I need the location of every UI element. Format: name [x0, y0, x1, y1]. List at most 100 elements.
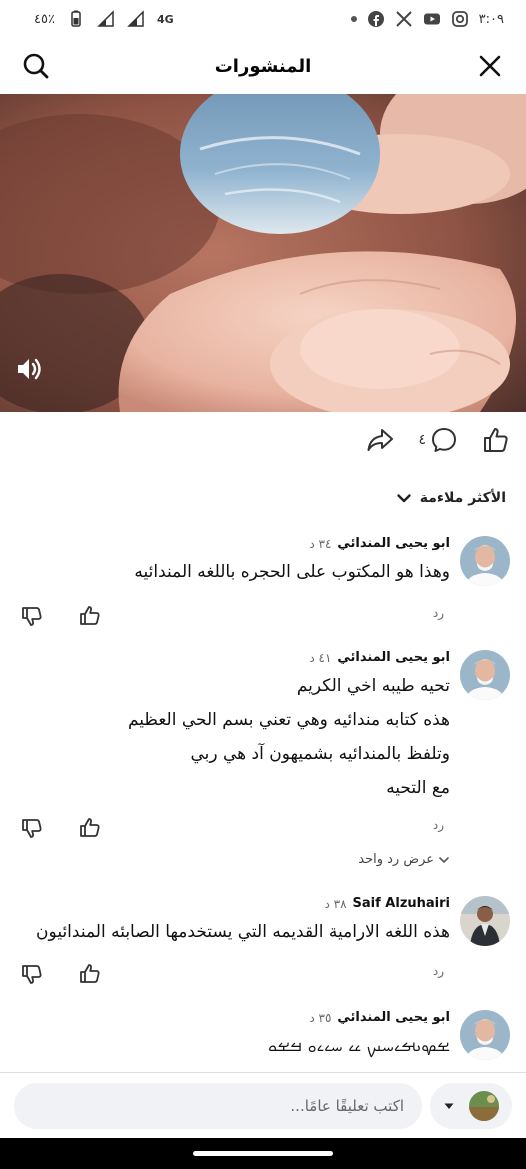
- reply-button[interactable]: رد: [433, 818, 444, 832]
- like-comment-button[interactable]: [78, 604, 102, 628]
- comment-composer: [0, 1072, 526, 1138]
- network-type: 4G: [156, 12, 174, 26]
- comment-line: ࡁࡔࡅࡌࡉࡄࡅࡍ ࡖ ࡄࡉࡉࡀ ࡓࡁࡀ: [268, 1036, 450, 1056]
- comment-line: هذه اللغه الارامية القديمه التي يستخدمها…: [36, 922, 450, 942]
- comment-input[interactable]: [14, 1082, 422, 1129]
- comment-footer: رد: [14, 962, 450, 986]
- like-comment-button[interactable]: [78, 816, 102, 840]
- comment-author[interactable]: ابو يحيى المندائي: [337, 1010, 450, 1025]
- thumbs-down-icon: [22, 965, 42, 984]
- comment-time: ٣٥ د: [309, 1010, 332, 1025]
- notification-dot-icon: [350, 16, 357, 22]
- thumbs-up-icon: [80, 606, 100, 625]
- comment-body: Saif Alzuhairi ٣٨ د هذه اللغه الارامية ا…: [14, 896, 450, 949]
- avatar[interactable]: [460, 536, 510, 586]
- signal-icon: [97, 10, 114, 27]
- caret-down-icon: [444, 1103, 454, 1109]
- comment-icon: [432, 428, 456, 452]
- comment-time: ٤١ د: [309, 650, 332, 665]
- avatar-image: [469, 1090, 499, 1121]
- comment-line: وهذا هو المكتوب على الحجره باللغه المندا…: [134, 562, 450, 582]
- view-replies-label: عرض رد واحد: [358, 852, 434, 867]
- comment-item: ابو يحيى المندائي ٣٤ د وهذا هو المكتوب ع…: [14, 536, 512, 626]
- profile-switcher[interactable]: [430, 1082, 512, 1129]
- comment-footer: رد: [14, 816, 450, 840]
- comment-meta: ابو يحيى المندائي ٤١ د: [14, 650, 450, 665]
- comment-author[interactable]: Saif Alzuhairi: [353, 896, 450, 911]
- dislike-button[interactable]: [20, 962, 44, 986]
- sort-label: الأكثر ملاءمة: [419, 490, 506, 506]
- comment-author[interactable]: ابو يحيى المندائي: [337, 536, 450, 551]
- thumbs-up-icon: [80, 964, 100, 983]
- comment-footer: رد: [14, 604, 450, 628]
- close-button[interactable]: [474, 50, 506, 82]
- sort-dropdown[interactable]: الأكثر ملاءمة: [396, 490, 506, 506]
- share-button[interactable]: [366, 426, 394, 454]
- header: المنشورات: [0, 38, 526, 94]
- comment-reactions: [20, 962, 102, 986]
- instagram-icon: [451, 11, 468, 27]
- comment-button[interactable]: ٤: [418, 426, 458, 454]
- comment-body: ابو يحيى المندائي ٣٤ د وهذا هو المكتوب ع…: [14, 536, 450, 589]
- page-title: المنشورات: [214, 55, 312, 77]
- youtube-icon: [423, 13, 440, 25]
- dislike-button[interactable]: [20, 604, 44, 628]
- share-icon: [367, 429, 394, 451]
- like-comment-button[interactable]: [78, 962, 102, 986]
- status-left: ٤٥٪ 4G: [34, 10, 174, 28]
- system-nav-bar: [0, 1138, 526, 1169]
- thumbs-down-icon: [22, 819, 42, 838]
- battery-percent: ٤٥٪: [34, 11, 55, 27]
- thumbs-up-icon: [80, 818, 100, 837]
- comment-item: ابو يحيى المندائي ٣٥ د ࡁࡔࡅࡌࡉࡄࡅࡍ ࡖ ࡄࡉࡉࡀ ࡓ…: [14, 1010, 512, 1072]
- chevron-down-icon: [397, 494, 411, 503]
- comment-meta: ابو يحيى المندائي ٣٤ د: [14, 536, 450, 551]
- reply-button[interactable]: رد: [433, 606, 444, 620]
- comment-line: هذه كتابه مندائيه وهي تعني بسم الحي العظ…: [127, 710, 450, 730]
- comment-author[interactable]: ابو يحيى المندائي: [337, 650, 450, 665]
- home-gesture-handle[interactable]: [193, 1151, 333, 1156]
- search-icon: [23, 53, 49, 79]
- clock: ٣:٠٩: [478, 11, 504, 27]
- avatar[interactable]: [460, 1010, 510, 1060]
- comment-meta: Saif Alzuhairi ٣٨ د: [14, 896, 450, 911]
- comment-text: تحيه طيبه اخي الكريم هذه كتابه مندائيه و…: [14, 669, 450, 805]
- comment-time: ٣٨ د: [324, 896, 347, 911]
- thumbs-down-icon: [22, 607, 42, 626]
- comment-item: ابو يحيى المندائي ٤١ د تحيه طيبه اخي الك…: [14, 650, 512, 840]
- comment-body: ابو يحيى المندائي ٣٥ د ࡁࡔࡅࡌࡉࡄࡅࡍ ࡖ ࡄࡉࡉࡀ ࡓ…: [14, 1010, 450, 1063]
- post-actions: ٤: [0, 420, 526, 460]
- comment-reactions: [20, 816, 102, 840]
- reply-button[interactable]: رد: [433, 964, 444, 978]
- close-icon: [479, 55, 501, 77]
- x-icon: [395, 11, 412, 27]
- view-replies-link[interactable]: عرض رد واحد: [358, 852, 450, 867]
- search-button[interactable]: [20, 50, 52, 82]
- status-bar: ٤٥٪ 4G ٣:٠٩: [0, 0, 526, 38]
- avatar[interactable]: [460, 650, 510, 700]
- volume-icon: [18, 358, 41, 380]
- status-right: ٣:٠٩: [350, 10, 504, 28]
- battery-icon: [71, 10, 81, 27]
- like-icon: [484, 428, 508, 452]
- volume-button[interactable]: [14, 354, 44, 384]
- comment-line: وتلفظ بالمندائيه بشميهون آد هي ربي: [190, 744, 451, 764]
- comment-reactions: [20, 604, 102, 628]
- avatar: [469, 1090, 499, 1121]
- avatar-image: [460, 896, 510, 946]
- comment-time: ٣٤ د: [309, 536, 332, 551]
- video-frame: [0, 94, 526, 412]
- facebook-icon: [367, 11, 384, 27]
- comment-text: وهذا هو المكتوب على الحجره باللغه المندا…: [14, 555, 450, 589]
- avatar[interactable]: [460, 896, 510, 946]
- post-video[interactable]: [0, 94, 526, 412]
- like-button[interactable]: [482, 426, 510, 454]
- chevron-down-icon: [439, 856, 449, 863]
- avatar-image: [460, 536, 510, 586]
- avatar-image: [460, 650, 510, 700]
- comment-line: تحيه طيبه اخي الكريم: [296, 676, 450, 696]
- comment-body: ابو يحيى المندائي ٤١ د تحيه طيبه اخي الك…: [14, 650, 450, 805]
- signal-icon-2: [127, 10, 144, 27]
- dislike-button[interactable]: [20, 816, 44, 840]
- comment-meta: ابو يحيى المندائي ٣٥ د: [14, 1010, 450, 1025]
